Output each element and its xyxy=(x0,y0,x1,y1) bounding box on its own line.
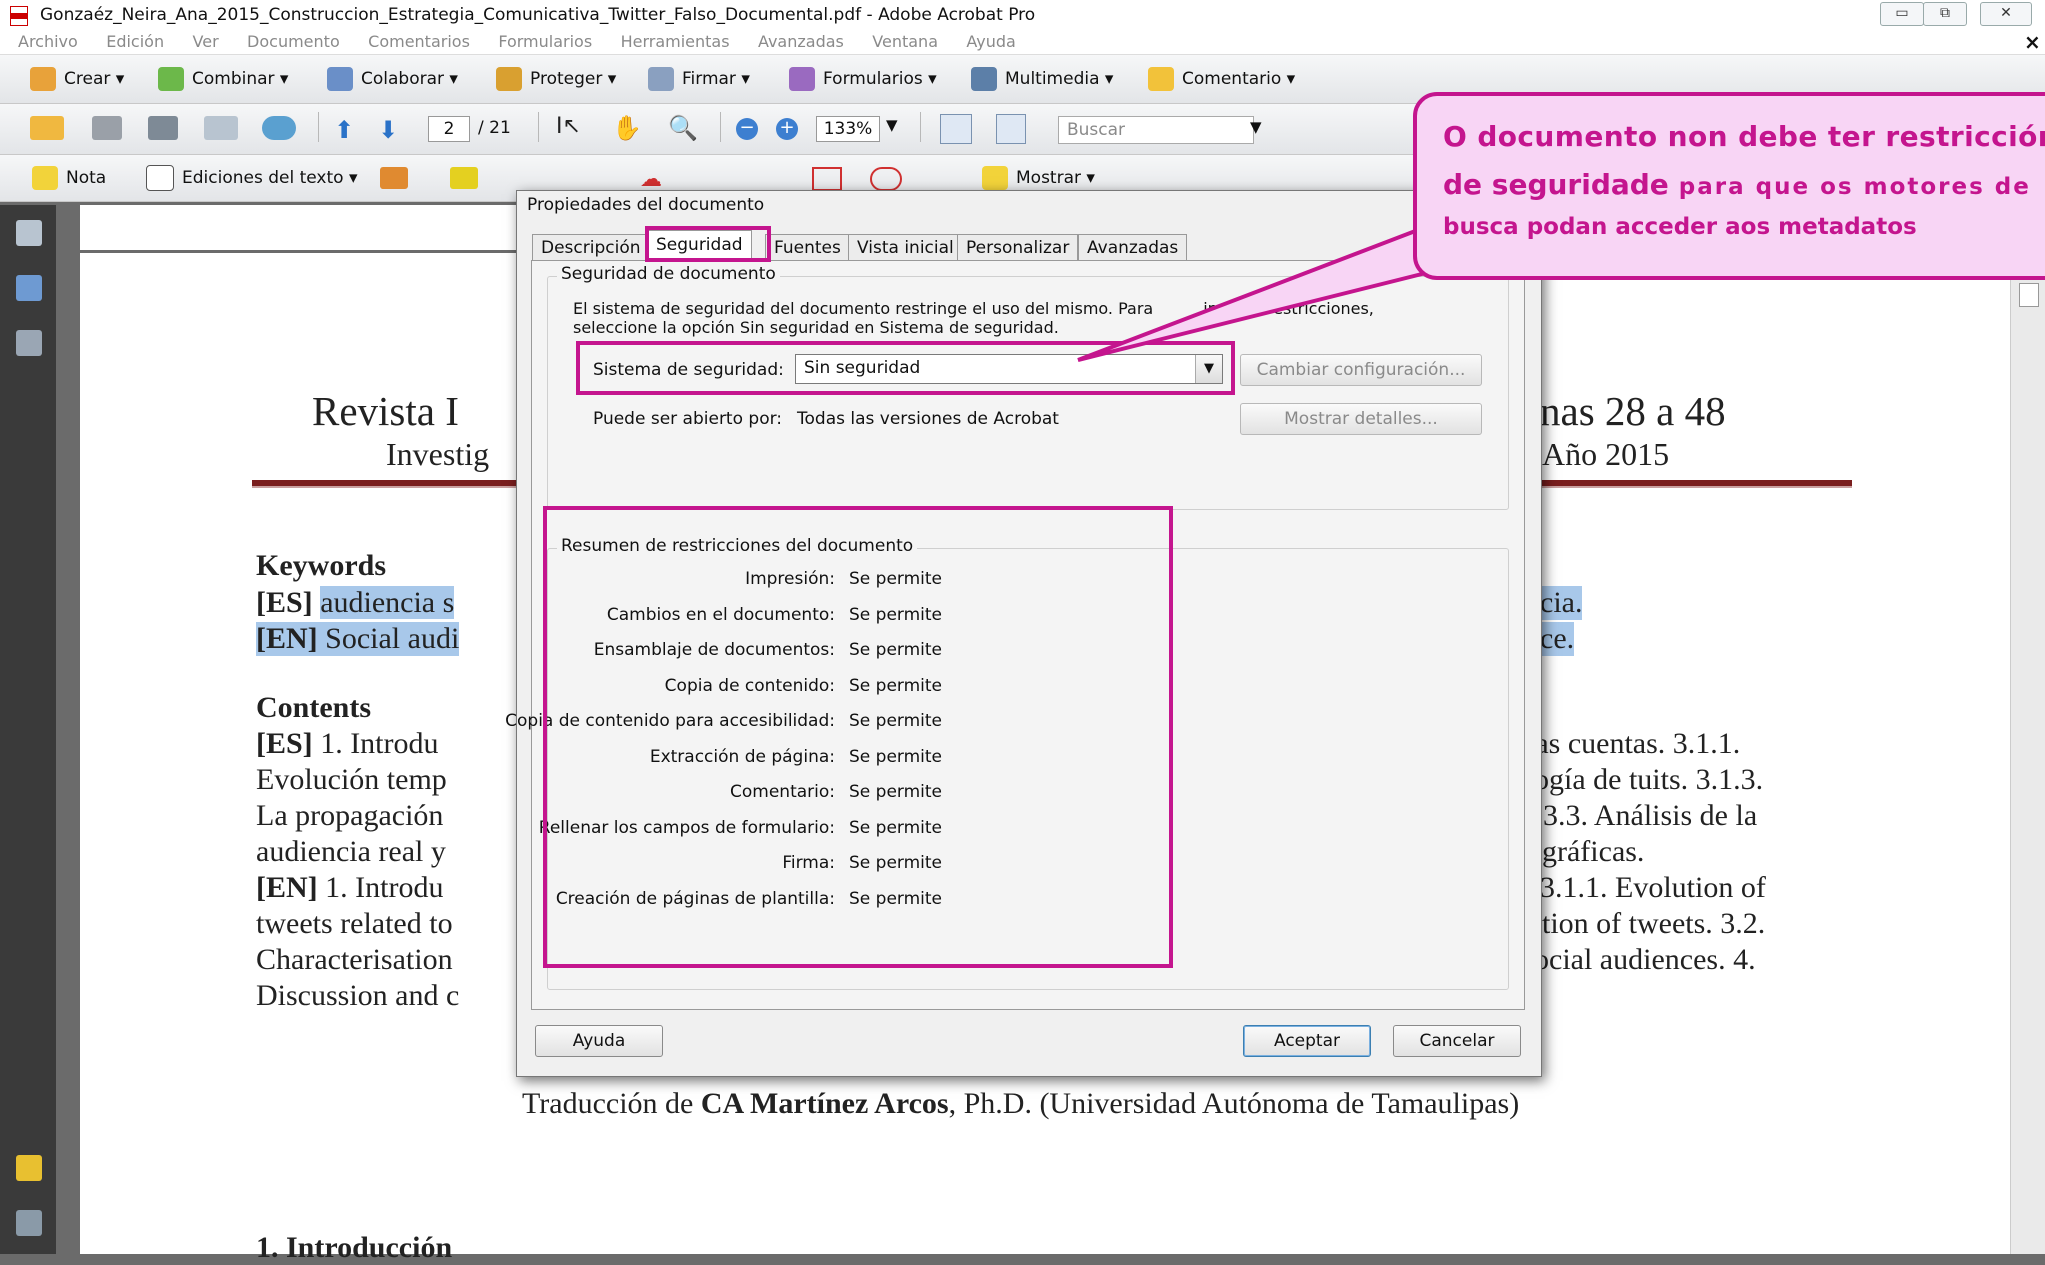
callout-pointer-cover xyxy=(1422,236,1480,262)
callout-pointer-join xyxy=(1422,236,1480,262)
